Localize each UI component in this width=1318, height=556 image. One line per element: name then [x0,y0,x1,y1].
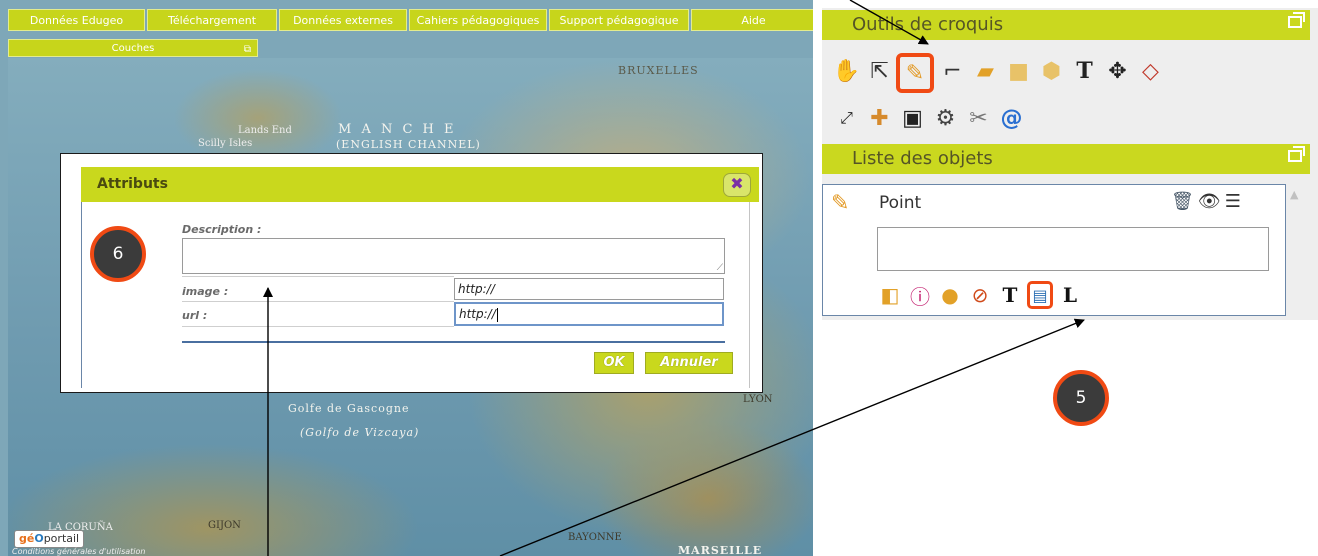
resize-grip-icon[interactable]: ⟋ [717,263,723,273]
divider [182,301,454,302]
restore-window-icon[interactable]: ⧉ [244,41,251,59]
polygon-icon[interactable]: ▰ [969,53,1002,89]
right-panel: Outils de croquis ✋ ⇱ ✎ ⌐ ▰ ■ ⬢ T ✥ ◇ ⤢ … [822,8,1318,320]
layers-bar[interactable]: Couches ⧉ [8,39,258,57]
text-icon[interactable]: T [997,281,1023,309]
hand-icon[interactable]: ✋ [830,53,863,89]
eye-icon[interactable]: 👁 [1198,191,1221,212]
objects-list-header: Liste des objets [822,144,1310,174]
point-style-icon[interactable]: ● [937,281,963,309]
attributes-table-icon[interactable]: ▤ [1027,281,1053,309]
sketch-tools-header: Outils de croquis [822,10,1310,40]
image-url-input[interactable]: http:// [454,278,724,300]
geoportail-logo[interactable]: géOportail [14,530,85,548]
top-tab[interactable]: Données Edugeo [8,9,145,31]
object-actions: 🗑 👁 ☰ [1171,191,1241,212]
dialog-title-bar[interactable]: Attributs ✖ [81,167,759,202]
cancel-button[interactable]: Annuler [645,352,733,374]
compass-icon[interactable]: ⊘ [967,281,993,309]
map-label-lands-end: Lands End [238,125,292,136]
restore-window-icon[interactable] [1288,12,1305,28]
restore-window-icon[interactable] [1288,146,1305,162]
map-label-bruxelles: BRUXELLES [618,64,699,77]
map-label-marseille: MARSEILLE [678,544,763,556]
attributes-dialog: Attributs ✖ Description : ⟋ image : http… [60,153,763,393]
resize-icon[interactable]: ⤢ [830,100,863,136]
trash-icon[interactable]: 🗑 [1171,191,1194,212]
settings-gear-icon[interactable]: ⚙ [929,100,962,136]
map-label-manche: M A N C H E [338,122,457,137]
order-icon[interactable]: ☰ [1225,191,1241,212]
terms-link[interactable]: Conditions générales d'utilisation [12,547,145,556]
ok-button[interactable]: OK [594,352,634,374]
object-tools: ◧ ⓘ ● ⊘ T ▤ L [877,281,1083,309]
arrow-select-icon[interactable]: ⇱ [863,53,896,89]
style-icon[interactable]: ◧ [877,281,903,309]
save-disk-icon[interactable]: ▣ [896,100,929,136]
objects-list: ✎ Point 🗑 👁 ☰ ◧ ⓘ ● ⊘ T ▤ L [822,184,1286,316]
rotate-polygon-icon[interactable]: ◇ [1134,53,1167,89]
layers-bar-label: Couches [111,43,155,54]
rectangle-icon[interactable]: ■ [1002,53,1035,89]
close-icon[interactable]: ✖ [723,173,751,197]
object-name[interactable]: Point [879,193,921,213]
text-caret [496,307,498,322]
top-tab[interactable]: Téléchargement [147,9,277,31]
text-icon[interactable]: T [1068,53,1101,89]
move-icon[interactable]: ✥ [1101,53,1134,89]
map-label-golfe: Golfe de Gascogne [288,402,410,415]
import-icon[interactable]: ✚ [863,100,896,136]
pencil-icon: ✎ [831,191,850,216]
map-label-scilly: Scilly Isles [198,138,253,149]
pencil-icon[interactable]: ✎ [896,53,934,93]
step-marker-5: 5 [1053,370,1109,426]
dialog-border [749,202,750,388]
objects-list-title: Liste des objets [852,148,993,169]
main-nav-tabs: Données Edugeo Téléchargement Données exte… [8,9,813,31]
sketch-tools-row-1: ✋ ⇱ ✎ ⌐ ▰ ■ ⬢ T ✥ ◇ [830,53,1167,93]
step-marker-6: 6 [90,226,146,282]
description-label: Description : [182,223,262,236]
map-label-gijon: GIJON [208,520,241,531]
map-label-lyon: LYON [743,394,773,405]
circle-icon[interactable]: ⬢ [1035,53,1068,89]
sketch-tools-row-2: ⤢ ✚ ▣ ⚙ ✂ @ [830,100,1028,136]
map-label-channel: (ENGLISH CHANNEL) [336,138,481,151]
image-label: image : [182,285,229,298]
map-label-bayonne: BAYONNE [568,532,622,543]
divider [182,276,454,277]
top-tab[interactable]: Cahiers pédagogiques [409,9,547,31]
sketch-tools-title: Outils de croquis [852,14,1004,35]
info-icon[interactable]: ⓘ [907,281,933,309]
description-textarea[interactable]: ⟋ [182,238,725,274]
at-sign-icon[interactable]: @ [995,100,1028,136]
tools-icon[interactable]: ✂ [962,100,995,136]
scroll-up-icon[interactable]: ▲ [1290,188,1304,201]
label-icon[interactable]: L [1057,281,1083,309]
top-tab[interactable]: Données externes [279,9,407,31]
dialog-border [81,202,82,388]
polyline-icon[interactable]: ⌐ [936,53,969,89]
top-tab[interactable]: Support pédagogique [549,9,689,31]
top-tab[interactable]: Aide [691,9,813,31]
url-label: url : [182,309,208,322]
divider [182,326,454,327]
object-name-input[interactable] [877,227,1269,271]
map-label-vizcaya: (Golfo de Vizcaya) [300,426,420,439]
dialog-separator [182,341,725,343]
dialog-title: Attributs [97,176,168,192]
url-input[interactable]: http:// [454,302,724,326]
